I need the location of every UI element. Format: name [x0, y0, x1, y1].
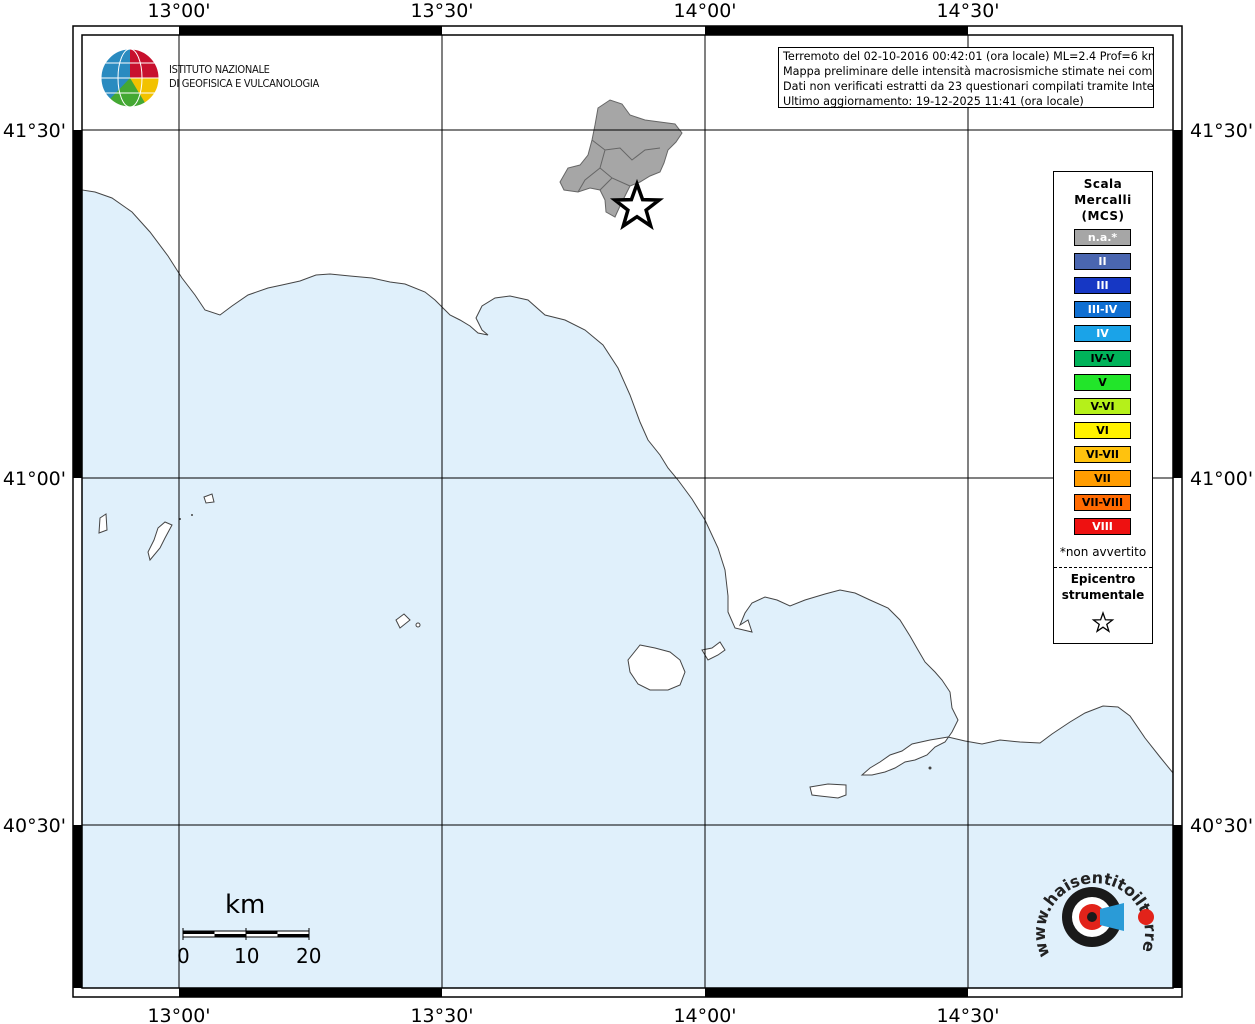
- islet: [928, 766, 932, 770]
- lat-label-right: 41°00': [1190, 468, 1253, 490]
- legend-divider: [1054, 567, 1152, 568]
- lon-label-top: 14°00': [673, 0, 736, 22]
- lat-label-right: 41°30': [1190, 120, 1253, 142]
- lat-label-left: 41°30': [3, 120, 66, 142]
- ingv-name-line2: DI GEOFISICA E VULCANOLOGIA: [169, 77, 319, 90]
- legend-item: VI-VII: [1074, 445, 1131, 463]
- scale-bar-graphic: [182, 928, 310, 940]
- legend-epicenter-line: Epicentro: [1070, 572, 1136, 586]
- scale-label: 10: [234, 944, 260, 968]
- lon-label-bottom: 13°00': [147, 1005, 210, 1024]
- islet: [191, 514, 193, 516]
- scale-label: 20: [296, 944, 322, 968]
- ingv-logo-text: ISTITUTO NAZIONALE DI GEOFISICA E VULCAN…: [169, 63, 319, 91]
- lon-label-bottom: 13°30': [410, 1005, 473, 1024]
- lon-label-top: 13°00': [147, 0, 210, 22]
- lon-label-bottom: 14°00': [673, 1005, 736, 1024]
- event-info-line: Dati non verificati estratti da 23 quest…: [783, 80, 1154, 93]
- legend-item: II: [1074, 253, 1131, 271]
- legend-epicenter-label: Epicentro strumentale: [1054, 571, 1152, 603]
- legend-item: n.a.*: [1074, 229, 1131, 246]
- legend-note: *non avvertito: [1059, 545, 1147, 559]
- event-info-line: Mappa preliminare delle intensità macros…: [783, 65, 1154, 78]
- scale-label: 0: [177, 944, 190, 968]
- lat-label-left: 40°30': [3, 815, 66, 837]
- capri-island: [809, 783, 847, 799]
- lon-label-top: 13°30': [410, 0, 473, 22]
- legend-item: IV-V: [1074, 349, 1131, 367]
- legend-item: VII: [1074, 470, 1131, 487]
- legend-title-line: Scala: [1083, 177, 1123, 191]
- santo-stefano-island: [415, 622, 421, 628]
- legend-item: VII-VIII: [1074, 494, 1131, 512]
- legend-star-icon: [1091, 611, 1115, 633]
- lon-label-top: 14°30': [936, 0, 999, 22]
- ingv-globe-icon: [100, 48, 160, 108]
- mcs-legend: Scala Mercalli (MCS) n.a.* II III III-IV IV I…: [1053, 171, 1153, 644]
- lat-label-right: 40°30': [1190, 815, 1253, 837]
- lon-label-bottom: 14°30': [936, 1005, 999, 1024]
- legend-item: V-VI: [1074, 397, 1131, 415]
- legend-item: VI: [1074, 421, 1131, 439]
- event-info-line: Ultimo aggiornamento: 19-12-2025 11:41 (…: [783, 95, 1084, 108]
- legend-item: IV: [1074, 325, 1131, 343]
- legend-item: III: [1074, 277, 1131, 295]
- event-info-line: Terremoto del 02-10-2016 00:42:01 (ora l…: [783, 50, 1154, 63]
- legend-item: VIII: [1074, 518, 1131, 536]
- lat-label-left: 41°00': [3, 468, 66, 490]
- scale-bar: km 0 10 20: [177, 890, 322, 970]
- legend-item: III-IV: [1074, 301, 1131, 319]
- event-info-box: Terremoto del 02-10-2016 00:42:01 (ora l…: [778, 47, 1154, 108]
- legend-title-line: (MCS): [1081, 209, 1125, 223]
- scale-unit: km: [225, 890, 266, 920]
- legend-title-line: Mercalli: [1074, 193, 1132, 207]
- legend-title: Scala Mercalli (MCS): [1054, 176, 1152, 224]
- legend-item: V: [1074, 373, 1131, 391]
- haisentito-logo-icon: www.haisentitoilterremoto.it: [1028, 857, 1160, 960]
- legend-epicenter-line: strumentale: [1061, 588, 1145, 602]
- ingv-name-line1: ISTITUTO NAZIONALE: [169, 63, 270, 76]
